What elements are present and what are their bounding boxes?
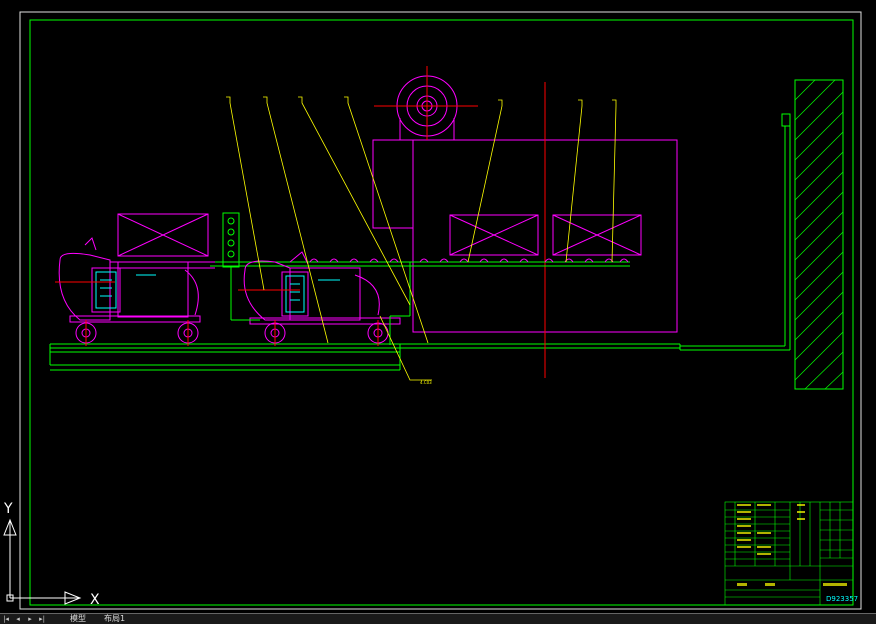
fan-centerline bbox=[374, 66, 478, 140]
leader-lines bbox=[226, 96, 617, 381]
ucs-x-label: X bbox=[90, 592, 100, 608]
first-tab-icon[interactable]: |◂ bbox=[2, 615, 10, 623]
title-block bbox=[724, 501, 854, 606]
kiln-body bbox=[372, 139, 678, 333]
last-tab-icon[interactable]: ▸| bbox=[38, 615, 46, 623]
ucs-y-label: Y bbox=[3, 501, 13, 517]
next-tab-icon[interactable]: ▸ bbox=[26, 615, 34, 623]
hatched-wall bbox=[794, 79, 844, 390]
kiln-car-left bbox=[55, 213, 215, 346]
layout-tab-bar: |◂ ◂ ▸ ▸| 模型 布局1 bbox=[0, 613, 876, 624]
drawing-number: D923357 bbox=[826, 595, 858, 603]
ucs-icon bbox=[3, 518, 82, 605]
signal-post bbox=[222, 212, 411, 345]
prev-tab-icon[interactable]: ◂ bbox=[14, 615, 22, 623]
scale-label: 4.C03 bbox=[420, 380, 432, 385]
conveyor bbox=[210, 261, 630, 267]
drawing-canvas[interactable]: 4.C03 D923357 Y X bbox=[0, 0, 876, 623]
